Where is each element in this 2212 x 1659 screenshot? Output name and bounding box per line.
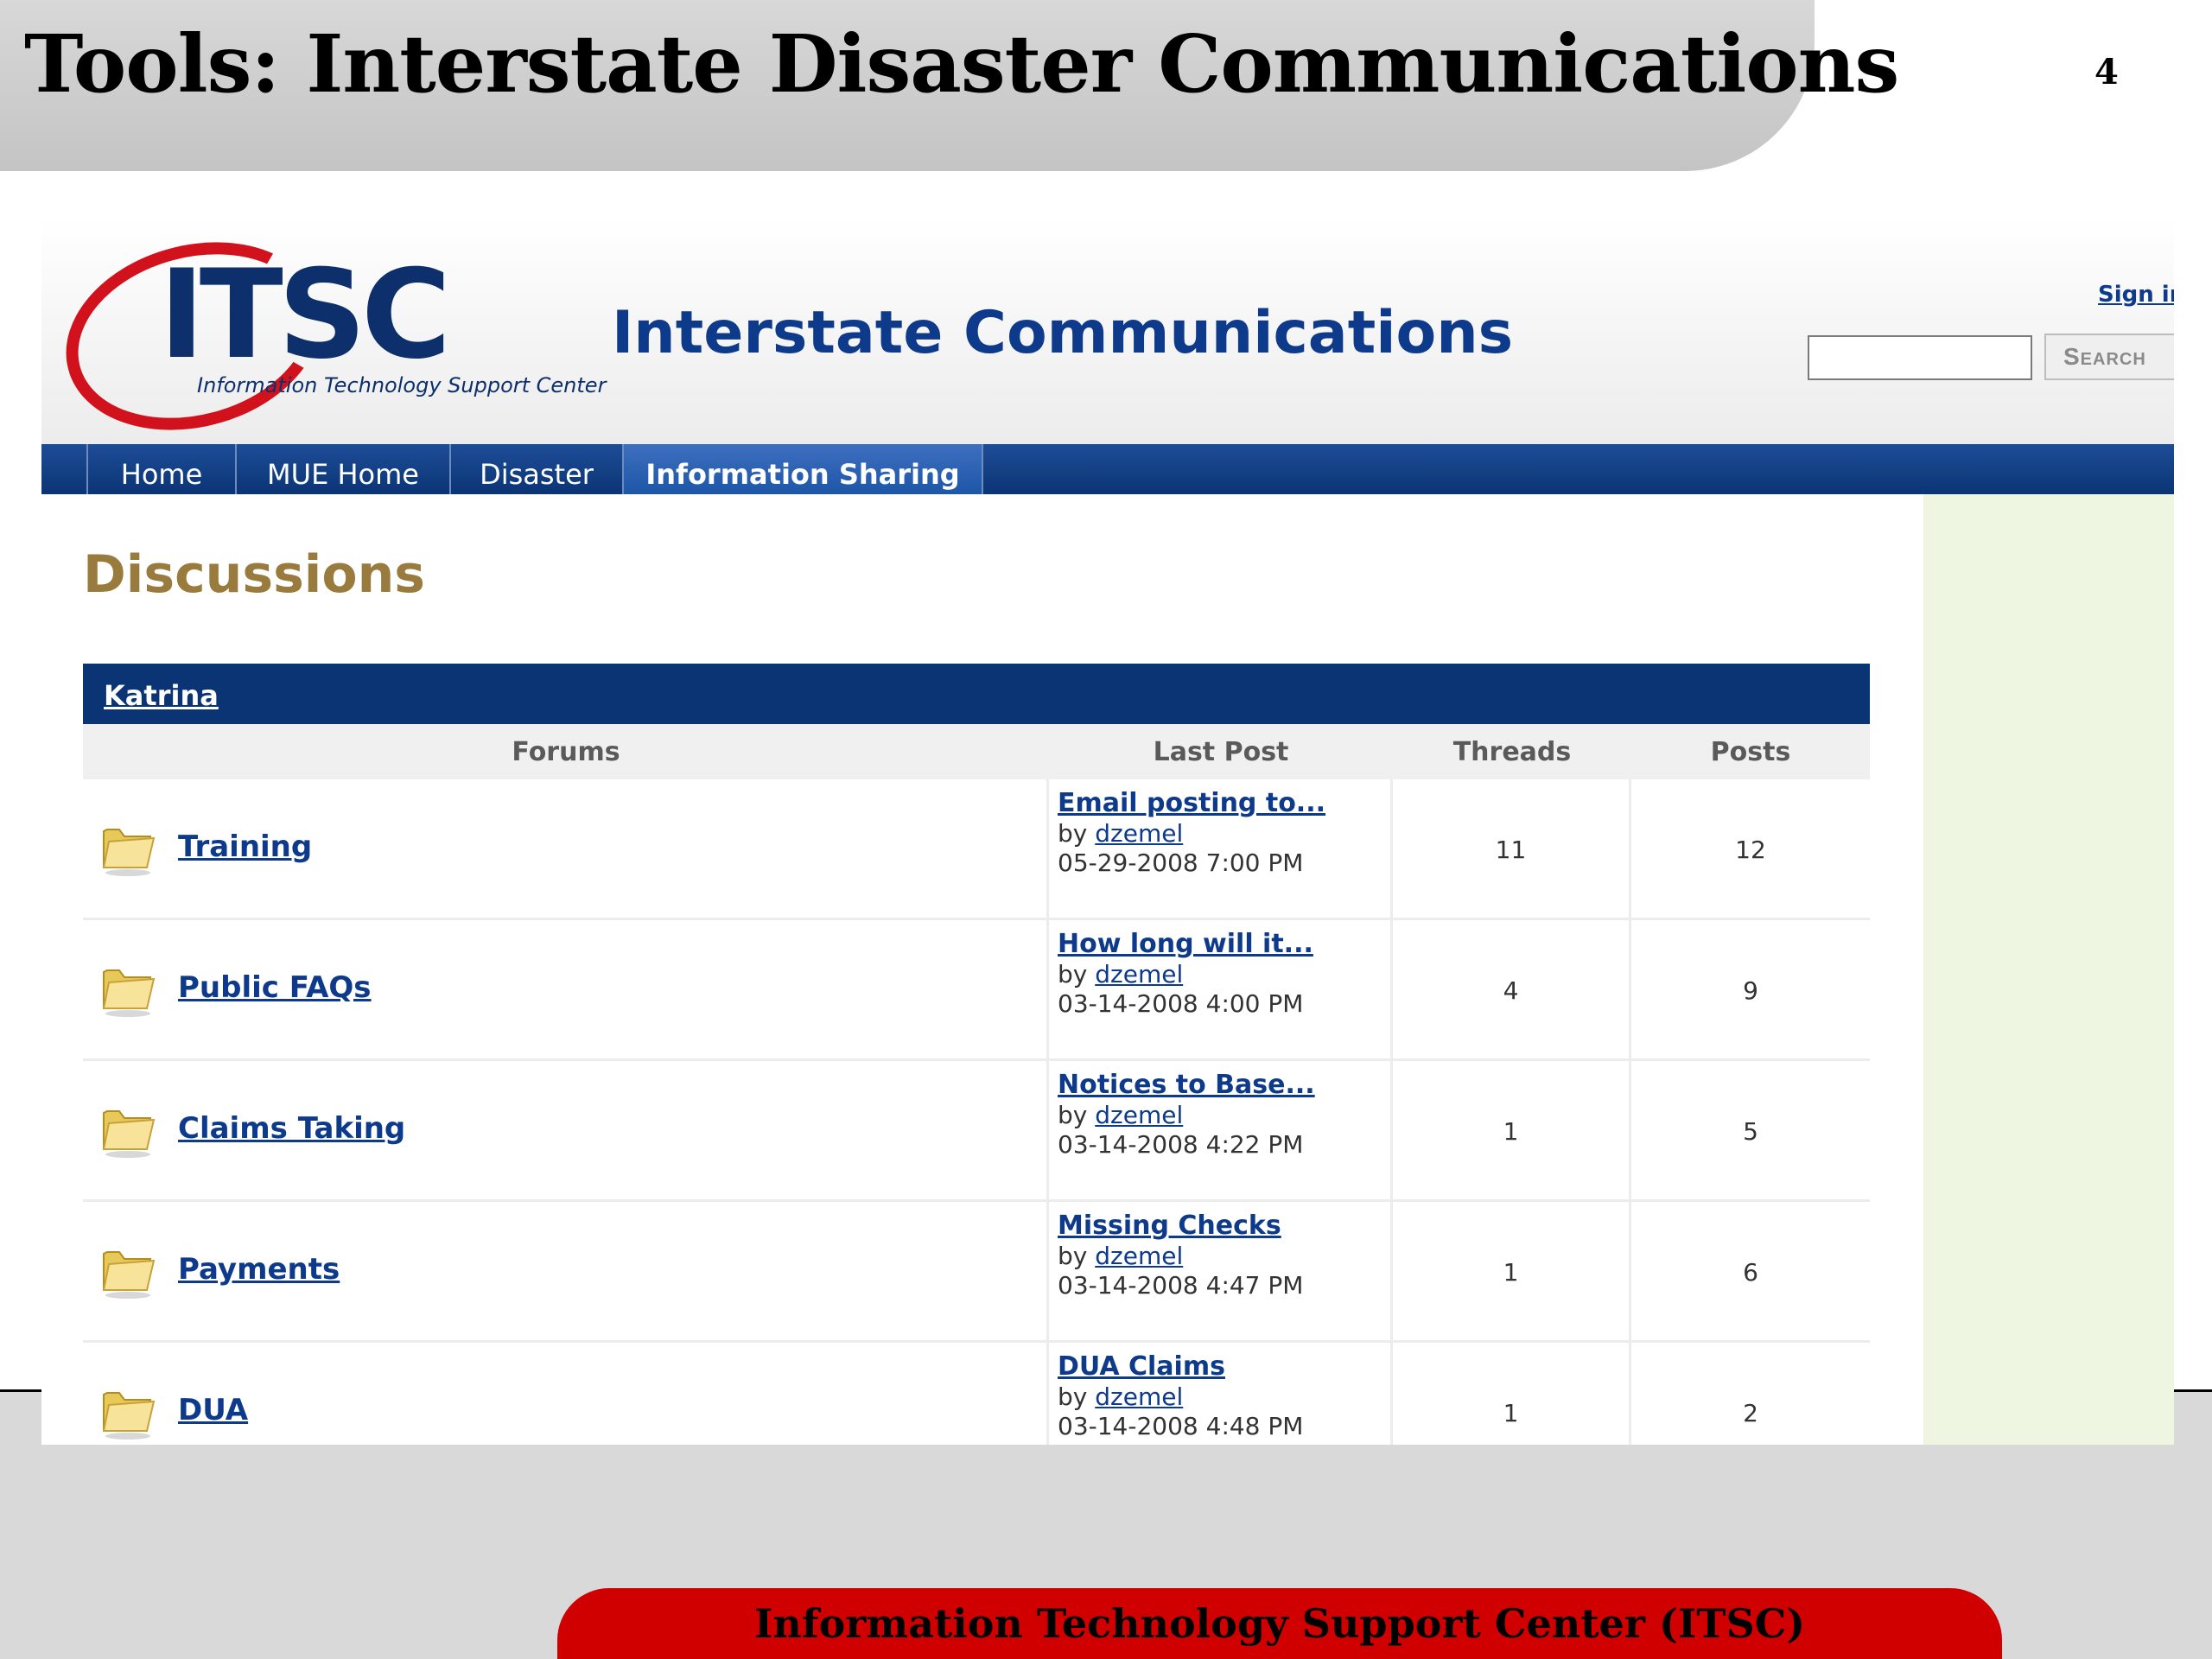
posts-count: 2	[1743, 1399, 1758, 1427]
folder-icon	[102, 969, 156, 1017]
author-link[interactable]: dzemel	[1095, 1382, 1183, 1411]
threads-count: 11	[1393, 779, 1631, 918]
last-post-cell: Notices to Base... by dzemel 03-14-2008 …	[1049, 1061, 1393, 1199]
footer-text: Information Technology Support Center (I…	[753, 1600, 1806, 1647]
website-screenshot: ITSC Information Technology Support Cent…	[41, 216, 2174, 1445]
folder-icon	[102, 1251, 156, 1299]
last-post-link[interactable]: DUA Claims	[1058, 1351, 1390, 1382]
last-post-link[interactable]: Notices to Base...	[1058, 1070, 1390, 1101]
by-label: by	[1058, 1101, 1088, 1129]
last-post-date: 05-29-2008 7:00 PM	[1058, 849, 1304, 877]
by-label: by	[1058, 819, 1088, 848]
forum-link[interactable]: Claims Taking	[178, 1111, 405, 1146]
column-forums: Forums	[512, 737, 620, 767]
author-link[interactable]: dzemel	[1095, 960, 1183, 988]
slide-footer: Information Technology Support Center (I…	[557, 1588, 2002, 1659]
forum-row: Public FAQs How long will it... by dzeme…	[83, 920, 1870, 1061]
column-posts: Posts	[1710, 737, 1791, 767]
last-post-author-line: by dzemel	[1058, 1101, 1390, 1130]
last-post-cell: DUA Claims by dzemel 03-14-2008 4:48 PM	[1049, 1343, 1393, 1445]
forum-row: Training Email posting to... by dzemel 0…	[83, 779, 1870, 920]
by-label: by	[1058, 960, 1088, 988]
forum-link[interactable]: Payments	[178, 1252, 340, 1287]
last-post-author-line: by dzemel	[1058, 819, 1390, 849]
forum-link[interactable]: DUA	[178, 1393, 248, 1427]
by-label: by	[1058, 1242, 1088, 1270]
posts-count: 5	[1743, 1117, 1758, 1146]
site-header: ITSC Information Technology Support Cent…	[41, 216, 2174, 458]
slide-rule-left	[0, 1389, 45, 1392]
threads-count: 1	[1393, 1343, 1631, 1445]
last-post-cell: Email posting to... by dzemel 05-29-2008…	[1049, 779, 1393, 918]
last-post-date: 03-14-2008 4:47 PM	[1058, 1271, 1304, 1300]
forum-row: Claims Taking Notices to Base... by dzem…	[83, 1061, 1870, 1202]
last-post-date: 03-14-2008 4:22 PM	[1058, 1130, 1304, 1159]
last-post-date: 03-14-2008 4:00 PM	[1058, 989, 1304, 1018]
logo-text: ITSC	[159, 244, 451, 386]
last-post-link[interactable]: How long will it...	[1058, 929, 1390, 960]
site-title: Interstate Communications	[612, 299, 1514, 367]
forum-link[interactable]: Public FAQs	[178, 970, 372, 1005]
slide-header: Tools: Interstate Disaster Communication…	[0, 0, 1899, 171]
itsc-logo[interactable]: ITSC Information Technology Support Cent…	[44, 216, 608, 458]
forum-link[interactable]: Training	[178, 830, 312, 864]
forum-group-katrina[interactable]: Katrina	[83, 664, 1870, 724]
nav-tab-disaster[interactable]: Disaster	[449, 444, 622, 494]
right-sidebar	[1923, 494, 2174, 1445]
slide-rule-right	[2169, 1389, 2212, 1392]
nav-tab-information-sharing[interactable]: Information Sharing	[622, 444, 983, 494]
folder-icon	[102, 1110, 156, 1158]
main-nav: Home MUE Home Disaster Information Shari…	[41, 444, 2174, 494]
search-button[interactable]: Search	[2044, 334, 2174, 380]
logo-subtitle: Information Technology Support Center	[197, 373, 607, 397]
forum-cell: Claims Taking	[83, 1061, 1049, 1199]
author-link[interactable]: dzemel	[1095, 1242, 1183, 1270]
forum-cell: Training	[83, 779, 1049, 918]
forum-cell: Public FAQs	[83, 920, 1049, 1058]
threads-count: 4	[1393, 920, 1631, 1058]
sign-in-link[interactable]: Sign in	[2098, 282, 2174, 308]
last-post-author-line: by dzemel	[1058, 1242, 1390, 1271]
posts-count: 6	[1743, 1258, 1758, 1287]
nav-tab-home[interactable]: Home	[86, 444, 235, 494]
forum-row: Payments Missing Checks by dzemel 03-14-…	[83, 1202, 1870, 1343]
column-threads: Threads	[1452, 737, 1572, 767]
forum-row: DUA DUA Claims by dzemel 03-14-2008 4:48…	[83, 1343, 1870, 1445]
forum-cell: Payments	[83, 1202, 1049, 1340]
forum-table: Katrina Forums Last Post Threads Posts T…	[83, 664, 1870, 1445]
by-label: by	[1058, 1382, 1088, 1411]
author-link[interactable]: dzemel	[1095, 1101, 1183, 1129]
threads-count: 1	[1393, 1202, 1631, 1340]
slide-number: 4	[2094, 52, 2119, 92]
folder-icon	[102, 829, 156, 876]
last-post-date: 03-14-2008 4:48 PM	[1058, 1412, 1304, 1440]
last-post-author-line: by dzemel	[1058, 960, 1390, 989]
posts-count: 12	[1735, 836, 1766, 864]
author-link[interactable]: dzemel	[1095, 819, 1183, 848]
posts-count: 9	[1743, 976, 1758, 1005]
forum-cell: DUA	[83, 1343, 1049, 1445]
search-input[interactable]	[1808, 335, 2032, 380]
threads-count: 1	[1393, 1061, 1631, 1199]
last-post-author-line: by dzemel	[1058, 1382, 1390, 1412]
forum-column-headers: Forums Last Post Threads Posts	[83, 724, 1870, 779]
nav-tab-mue-home[interactable]: MUE Home	[235, 444, 449, 494]
slide-title: Tools: Interstate Disaster Communication…	[24, 17, 1899, 111]
column-last-post: Last Post	[1153, 737, 1289, 767]
last-post-link[interactable]: Email posting to...	[1058, 788, 1390, 819]
last-post-cell: How long will it... by dzemel 03-14-2008…	[1049, 920, 1393, 1058]
last-post-cell: Missing Checks by dzemel 03-14-2008 4:47…	[1049, 1202, 1393, 1340]
last-post-link[interactable]: Missing Checks	[1058, 1211, 1390, 1242]
discussions-heading: Discussions	[83, 544, 426, 605]
folder-icon	[102, 1392, 156, 1440]
